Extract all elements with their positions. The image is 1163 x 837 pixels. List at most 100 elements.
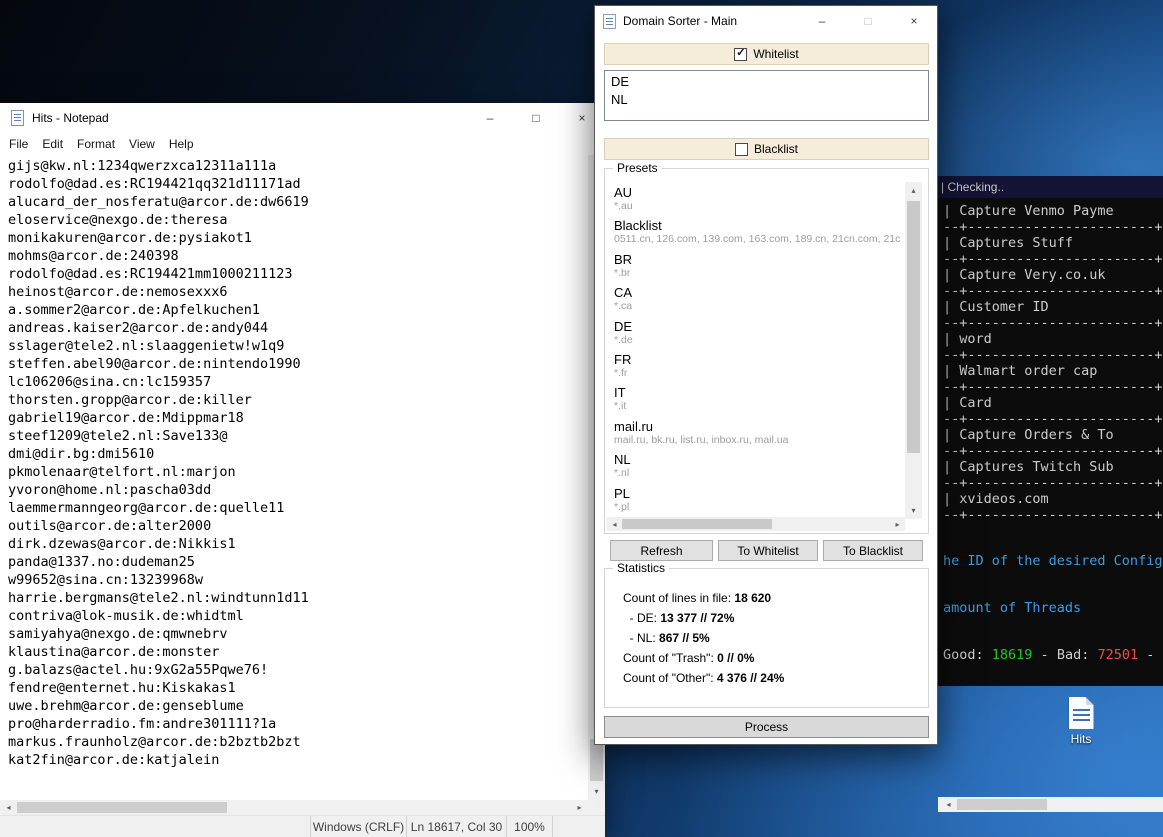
text-line: panda@1337.no:dudeman25 — [8, 553, 588, 571]
statistic-row: Count of "Trash": 0 // 0% — [623, 651, 920, 671]
scrollbar-thumb[interactable] — [622, 519, 772, 529]
console-table-separator: --+-----------------------+---------- — [943, 507, 1163, 523]
text-line: pro@harderradio.fm:andre301111?1a — [8, 715, 588, 733]
stat-value: 4 376 // 24% — [717, 671, 784, 685]
scroll-down-icon[interactable]: ▾ — [905, 502, 922, 519]
close-button[interactable]: × — [891, 6, 937, 36]
preset-item[interactable]: BR *.br — [607, 249, 907, 282]
notepad-titlebar[interactable]: Hits - Notepad – □ × — [0, 103, 605, 133]
scrollbar-thumb[interactable] — [590, 739, 603, 781]
scroll-left-icon[interactable]: ◂ — [607, 517, 622, 531]
statistic-row: Count of lines in file: 18 620 — [623, 591, 920, 611]
stat-value: 0 // 0% — [717, 651, 754, 665]
console-table-separator: --+-----------------------+---------- — [943, 219, 1163, 235]
preset-detail: *.pl — [614, 501, 900, 514]
console-titlebar[interactable]: | Checking.. — [938, 176, 1163, 198]
preset-item[interactable]: DE *.de — [607, 316, 907, 349]
blacklist-checkbox[interactable] — [735, 143, 748, 156]
text-line: lc106206@sina.cn:lc159357 — [8, 373, 588, 391]
preset-item[interactable]: PL *.pl — [607, 483, 907, 516]
presets-horizontal-scrollbar[interactable]: ◂ ▸ — [607, 517, 905, 531]
domain-sorter-window: Domain Sorter - Main – □ × ✓ Whitelist D… — [594, 5, 938, 745]
desktop-background: | Checking.. | Capture Venmo Payme --+--… — [0, 0, 1163, 837]
to-whitelist-button[interactable]: To Whitelist — [718, 540, 818, 561]
preset-item[interactable]: IT *.it — [607, 382, 907, 415]
scroll-right-icon[interactable]: ▸ — [571, 800, 588, 815]
check-icon: ✓ — [736, 48, 745, 59]
text-file-icon — [1069, 697, 1094, 729]
scroll-right-icon[interactable]: ▸ — [890, 517, 905, 531]
preset-name: AU — [614, 185, 900, 200]
result-separator: - — [1032, 647, 1056, 663]
scroll-left-icon[interactable]: ◂ — [940, 797, 957, 812]
minimize-button[interactable]: – — [799, 6, 845, 36]
scroll-down-icon[interactable]: ▾ — [588, 783, 605, 800]
preset-item[interactable]: mail.ru mail.ru, bk.ru, list.ru, inbox.r… — [607, 416, 907, 449]
text-line: dmi@dir.bg:dmi5610 — [8, 445, 588, 463]
minimize-button[interactable]: – — [467, 103, 513, 133]
console-table: | Capture Venmo Payme --+---------------… — [943, 203, 1163, 523]
menu-item[interactable]: File — [2, 135, 35, 153]
presets-list[interactable]: AU *.au Blacklist 0511.cn, 126.com, 139.… — [607, 182, 907, 519]
sorter-titlebar[interactable]: Domain Sorter - Main – □ × — [595, 6, 937, 36]
process-button[interactable]: Process — [604, 716, 929, 738]
text-line: alucard_der_nosferatu@arcor.de:dw6619 — [8, 193, 588, 211]
status-cursor-position: Ln 18617, Col 30 — [406, 816, 506, 837]
whitelist-item[interactable]: NL — [605, 91, 928, 109]
preset-item[interactable]: NL *.nl — [607, 449, 907, 482]
text-line: outils@arcor.de:alter2000 — [8, 517, 588, 535]
text-line: monikakuren@arcor.de:pysiakot1 — [8, 229, 588, 247]
preset-detail: *.ca — [614, 300, 900, 313]
preset-name: BR — [614, 252, 900, 267]
whitelist-listbox[interactable]: DENL — [604, 70, 929, 121]
console-table-row: | word — [943, 331, 1163, 347]
notepad-icon — [11, 110, 24, 126]
preset-name: Blacklist — [614, 218, 900, 233]
console-table-separator: --+-----------------------+---------- — [943, 283, 1163, 299]
menu-item[interactable]: Help — [162, 135, 201, 153]
text-line: contriva@lok-musik.de:whidtml — [8, 607, 588, 625]
statistic-row: Count of "Other": 4 376 // 24% — [623, 671, 920, 691]
maximize-button[interactable]: □ — [845, 6, 891, 36]
notepad-text-area[interactable]: gijs@kw.nl:1234qwerzxca12311a111arodolfo… — [0, 155, 588, 800]
menu-item[interactable]: Edit — [35, 135, 70, 153]
scrollbar-thumb[interactable] — [957, 799, 1047, 810]
preset-item[interactable]: CA *.ca — [607, 282, 907, 315]
stat-label: Count of "Trash": — [623, 651, 717, 665]
background-window-scrollbar[interactable]: ◂ — [938, 797, 1163, 812]
preset-item[interactable]: FR *.fr — [607, 349, 907, 382]
console-title-text: | Checking.. — [941, 180, 1004, 194]
preset-item[interactable]: AU *.au — [607, 182, 907, 215]
scroll-up-icon[interactable]: ▴ — [905, 182, 922, 199]
presets-groupbox: Presets AU *.au Blacklist 0511.cn, 126.c… — [604, 168, 929, 534]
notepad-horizontal-scrollbar[interactable]: ◂ ▸ — [0, 800, 588, 815]
menu-item[interactable]: Format — [70, 135, 122, 153]
whitelist-item[interactable]: DE — [605, 73, 928, 91]
scrollbar-thumb[interactable] — [907, 201, 920, 453]
text-line: thorsten.gropp@arcor.de:killer — [8, 391, 588, 409]
to-blacklist-button[interactable]: To Blacklist — [823, 540, 923, 561]
menu-item[interactable]: View — [122, 135, 162, 153]
text-line: samiyahya@nexgo.de:qmwnebrv — [8, 625, 588, 643]
stat-label: Count of "Other": — [623, 671, 717, 685]
page-fold — [1086, 697, 1094, 705]
text-line: sslager@tele2.nl:slaaggenietw!w1q9 — [8, 337, 588, 355]
sorter-title: Domain Sorter - Main — [623, 14, 737, 28]
maximize-button[interactable]: □ — [513, 103, 559, 133]
scroll-left-icon[interactable]: ◂ — [0, 800, 17, 815]
text-line: steef1209@tele2.nl:Save133@ — [8, 427, 588, 445]
text-lines-decoration — [1073, 709, 1090, 724]
statistics-groupbox: Statistics Count of lines in file: 18 62… — [604, 568, 929, 708]
scrollbar-thumb[interactable] — [17, 802, 227, 813]
preset-item[interactable]: Blacklist 0511.cn, 126.com, 139.com, 163… — [607, 215, 907, 248]
console-table-row: | Capture Orders & To — [943, 427, 1163, 443]
statistics-rows: Count of lines in file: 18 620 - DE: 13 … — [605, 569, 928, 691]
presets-vertical-scrollbar[interactable]: ▴ ▾ — [905, 182, 922, 519]
preset-detail: *.it — [614, 400, 900, 413]
refresh-button[interactable]: Refresh — [610, 540, 713, 561]
whitelist-checkbox[interactable]: ✓ — [734, 48, 747, 61]
console-table-row: | Card — [943, 395, 1163, 411]
text-line: g.balazs@actel.hu:9xG2a55Pqwe76! — [8, 661, 588, 679]
statistic-row: - DE: 13 377 // 72% — [623, 611, 920, 631]
desktop-icon-hits[interactable]: Hits — [1052, 697, 1110, 746]
